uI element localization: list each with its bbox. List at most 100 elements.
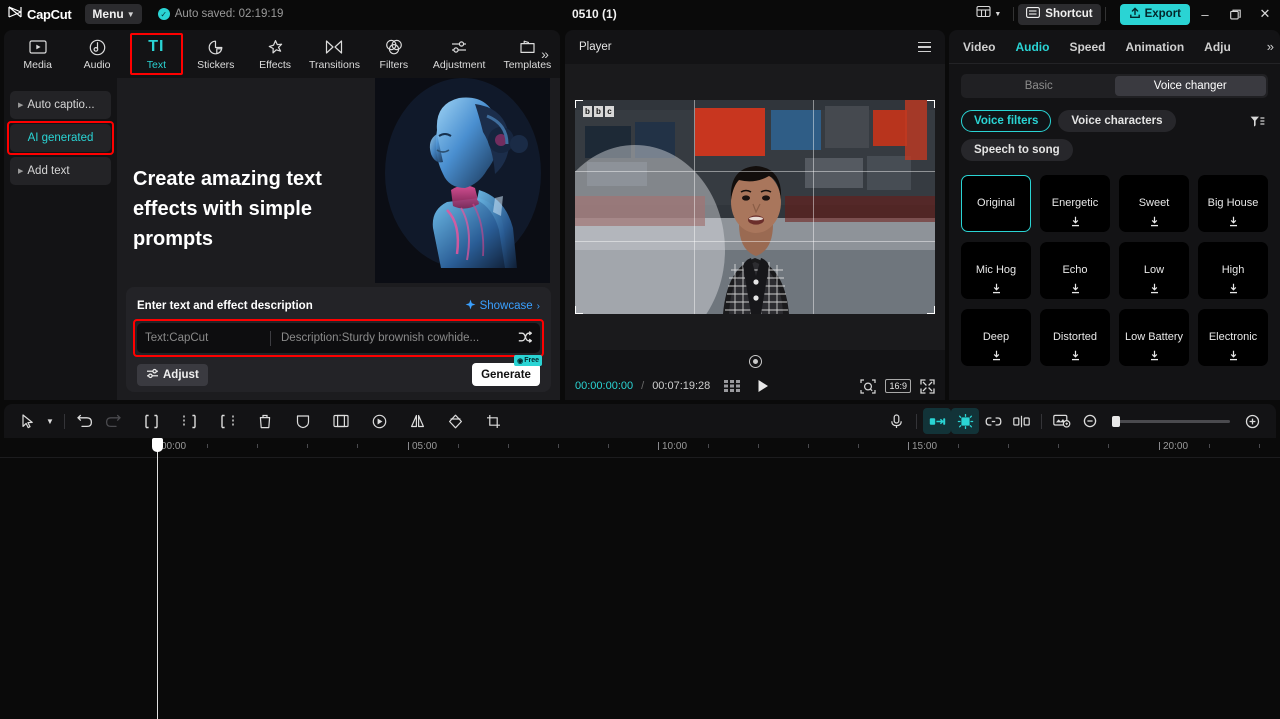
minimize-button[interactable]: – — [1190, 0, 1220, 28]
tab-audio[interactable]: Audio — [1015, 40, 1049, 54]
trim-left-icon[interactable] — [175, 408, 203, 434]
preview-icon[interactable] — [1048, 408, 1076, 434]
voice-tile-mic-hog[interactable]: Mic Hog — [961, 242, 1031, 299]
tab-transitions[interactable]: Transitions — [305, 31, 364, 77]
adjust-button[interactable]: Adjust — [137, 364, 208, 386]
resize-handle-bl[interactable] — [575, 306, 583, 314]
resize-handle-tl[interactable] — [575, 100, 583, 108]
voice-tile-high[interactable]: High — [1198, 242, 1268, 299]
frame-grid-icon[interactable] — [724, 380, 741, 392]
voice-tile-low[interactable]: Low — [1119, 242, 1189, 299]
download-icon[interactable] — [1041, 283, 1109, 294]
shortcut-button[interactable]: Shortcut — [1018, 4, 1100, 25]
download-icon[interactable] — [1199, 216, 1267, 227]
sidebar-item-add-text[interactable]: ▶ Add text — [10, 157, 111, 185]
mirror-icon[interactable] — [403, 408, 431, 434]
tab-filters[interactable]: Filters — [364, 31, 423, 77]
tab-audio[interactable]: Audio — [67, 31, 126, 77]
tab-adjust[interactable]: Adju — [1204, 40, 1231, 54]
download-icon[interactable] — [962, 350, 1030, 361]
segment-voice-changer[interactable]: Voice changer — [1115, 76, 1267, 96]
segment-basic[interactable]: Basic — [963, 76, 1115, 96]
zoom-in-icon[interactable] — [1238, 408, 1266, 434]
playhead[interactable] — [157, 438, 158, 719]
tab-video[interactable]: Video — [963, 40, 995, 54]
split-icon[interactable] — [137, 408, 165, 434]
download-icon[interactable] — [1041, 350, 1109, 361]
video-preview[interactable]: bbc — [575, 100, 935, 314]
download-icon[interactable] — [1199, 283, 1267, 294]
sidebar-item-auto-captions[interactable]: ▶ Auto captio... — [10, 91, 111, 119]
filter-sort-icon[interactable] — [1246, 110, 1268, 132]
tab-animation[interactable]: Animation — [1125, 40, 1184, 54]
tab-text[interactable]: TI Text — [127, 31, 186, 77]
menu-button[interactable]: Menu ▼ — [85, 4, 141, 24]
zoom-preview-icon[interactable] — [860, 379, 876, 394]
chip-speech-to-song[interactable]: Speech to song — [961, 139, 1073, 161]
fullscreen-icon[interactable] — [920, 379, 935, 394]
download-icon[interactable] — [962, 283, 1030, 294]
voice-tile-distorted[interactable]: Distorted — [1040, 309, 1110, 366]
layout-button[interactable]: ▼ — [968, 5, 1009, 23]
aspect-ratio-button[interactable]: 16:9 — [885, 379, 911, 393]
download-icon[interactable] — [1120, 350, 1188, 361]
link-icon[interactable] — [979, 408, 1007, 434]
download-icon[interactable] — [1120, 216, 1188, 227]
description-input[interactable]: Description:Sturdy brownish cowhide... — [281, 332, 512, 344]
more-properties-tabs-button[interactable]: » — [1267, 39, 1274, 54]
resize-handle-br[interactable] — [927, 306, 935, 314]
mask-icon[interactable] — [289, 408, 317, 434]
crop-icon[interactable] — [479, 408, 507, 434]
select-cursor-icon[interactable] — [14, 408, 42, 434]
tab-stickers[interactable]: Stickers — [186, 31, 245, 77]
tab-speed[interactable]: Speed — [1069, 40, 1105, 54]
microphone-icon[interactable] — [882, 408, 910, 434]
download-icon[interactable] — [1199, 350, 1267, 361]
close-button[interactable]: ✕ — [1250, 0, 1280, 28]
keyframe-icon[interactable] — [951, 408, 979, 434]
tab-effects[interactable]: Effects — [245, 31, 304, 77]
record-icon[interactable] — [749, 355, 762, 368]
voice-tile-echo[interactable]: Echo — [1040, 242, 1110, 299]
maximize-button[interactable] — [1220, 0, 1250, 28]
download-icon[interactable] — [1120, 283, 1188, 294]
redo-icon[interactable] — [99, 408, 127, 434]
tab-adjustment[interactable]: Adjustment — [424, 31, 495, 77]
cursor-options-chevron-down-icon[interactable]: ▼ — [42, 408, 58, 434]
shuffle-icon[interactable] — [512, 331, 532, 346]
chip-voice-characters[interactable]: Voice characters — [1058, 110, 1175, 132]
reverse-icon[interactable] — [365, 408, 393, 434]
tab-media[interactable]: Media — [8, 31, 67, 77]
download-icon[interactable] — [1041, 216, 1109, 227]
voice-tile-low-battery[interactable]: Low Battery — [1119, 309, 1189, 366]
voice-tile-deep[interactable]: Deep — [961, 309, 1031, 366]
player-menu-icon[interactable] — [918, 42, 931, 53]
timeline-ruler[interactable]: 00:00 05:00 10:00 15:00 20:00 — [0, 438, 1280, 458]
showcase-link[interactable]: Showcase › — [465, 299, 540, 313]
voice-tile-sweet[interactable]: Sweet — [1119, 175, 1189, 232]
playhead-handle[interactable] — [152, 438, 163, 452]
sidebar-item-ai-generated[interactable]: AI generated — [10, 124, 111, 152]
voice-tile-electronic[interactable]: Electronic — [1198, 309, 1268, 366]
voice-tile-big-house[interactable]: Big House — [1198, 175, 1268, 232]
generate-button[interactable]: Generate — [472, 363, 540, 386]
trim-right-icon[interactable] — [213, 408, 241, 434]
auto-caption-icon[interactable] — [923, 408, 951, 434]
more-tabs-button[interactable]: » — [534, 43, 556, 65]
chip-voice-filters[interactable]: Voice filters — [961, 110, 1051, 132]
prompt-input-row[interactable]: Text:CapCut Description:Sturdy brownish … — [137, 323, 540, 353]
split-mode-icon[interactable] — [1007, 408, 1035, 434]
resize-handle-tr[interactable] — [927, 100, 935, 108]
play-button[interactable] — [757, 379, 769, 393]
delete-icon[interactable] — [251, 408, 279, 434]
text-input[interactable]: Text:CapCut — [145, 332, 270, 344]
voice-tile-energetic[interactable]: Energetic — [1040, 175, 1110, 232]
zoom-slider-handle[interactable] — [1112, 416, 1120, 427]
export-button[interactable]: Export — [1120, 4, 1190, 25]
zoom-slider[interactable] — [1112, 420, 1230, 423]
zoom-out-icon[interactable] — [1076, 408, 1104, 434]
voice-tile-original[interactable]: Original — [961, 175, 1031, 232]
undo-icon[interactable] — [71, 408, 99, 434]
stabilize-icon[interactable] — [441, 408, 469, 434]
freeze-frame-icon[interactable] — [327, 408, 355, 434]
